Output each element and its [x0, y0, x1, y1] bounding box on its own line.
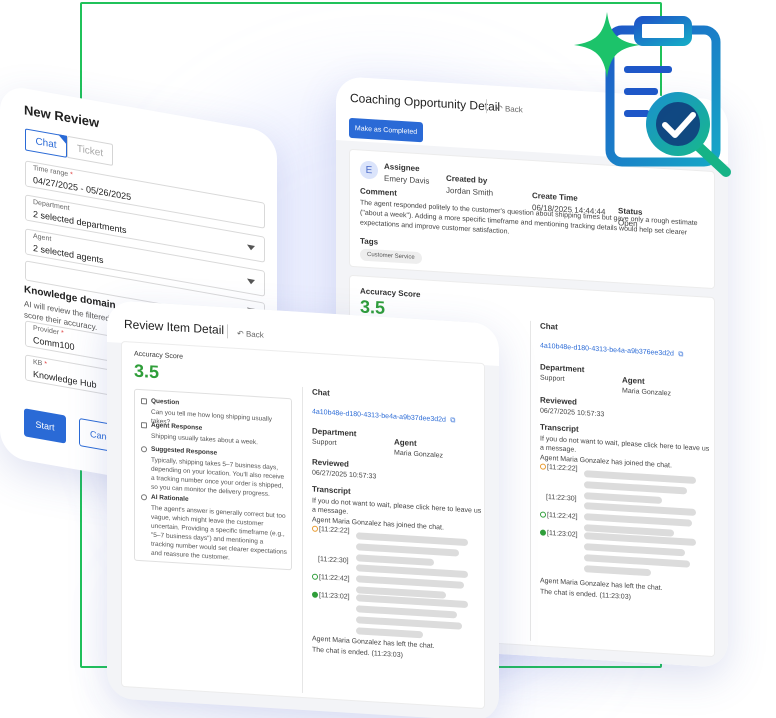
question-label: Question	[151, 397, 180, 407]
lightbulb-icon	[141, 446, 147, 453]
check-icon	[312, 573, 318, 581]
created-by-value: Jordan Smith	[446, 185, 494, 198]
create-time-label: Create Time	[532, 190, 578, 203]
accuracy-score: 3.5	[134, 360, 160, 383]
question-text: Can you tell me how long shipping usuall…	[151, 408, 273, 426]
column-divider	[302, 386, 303, 693]
chevron-down-icon	[247, 278, 255, 285]
time-row: [11:23:02]	[540, 529, 578, 539]
agent-value: Maria Gonzalez	[622, 387, 672, 398]
external-link-icon: ⧉	[450, 417, 456, 425]
page-title: Coaching Opportunity Detail	[350, 90, 501, 115]
sparkle-icon	[574, 12, 640, 78]
ai-rationale-text: The agent's answer is generally correct …	[151, 504, 287, 562]
agent-value: Maria Gonzalez	[394, 449, 444, 460]
sparkle-small-icon	[141, 494, 147, 501]
check-icon	[540, 511, 546, 519]
transcript-messages: [11:22:22] [11:22:30] [11:22:42] [11:23:…	[312, 525, 482, 645]
clock-icon	[540, 463, 546, 471]
back-arrow-icon: ↶	[496, 103, 503, 114]
chevron-down-icon	[247, 244, 255, 251]
tab-chat[interactable]: Chat	[25, 128, 67, 158]
assignee-value: Emery Davis	[384, 173, 430, 186]
qa-box: Question Can you tell me how long shippi…	[134, 388, 292, 571]
question-icon	[141, 398, 147, 405]
divider	[227, 324, 228, 339]
agent-label: Agent	[394, 437, 417, 448]
time-row: [11:22:22]	[540, 463, 578, 473]
clock-icon	[312, 525, 318, 533]
time-row: [11:23:02]	[312, 591, 350, 601]
time-row: [11:22:30]	[546, 493, 577, 503]
divider	[486, 99, 487, 114]
back-button[interactable]: ↶ Back	[496, 104, 523, 115]
message-placeholder	[584, 532, 696, 583]
chat-info: Chat 4a10b48e-d180-4313-be4a-a9b376ee3d2…	[540, 321, 710, 607]
created-by-label: Created by	[446, 173, 488, 186]
time-row: [11:22:42]	[540, 511, 578, 521]
department-value: Support	[540, 374, 565, 383]
transcript-messages: [11:22:22] [11:22:30] [11:22:42] [11:23:…	[540, 463, 710, 585]
tag-customer-service: Customer Service	[360, 248, 422, 265]
chat-info: Chat 4a10b48e-d180-4313-be4a-a9b37dee3d2…	[312, 388, 482, 666]
message-placeholder	[356, 594, 468, 645]
time-row: [11:22:30]	[318, 555, 349, 565]
time-row: [11:22:42]	[312, 573, 350, 583]
suggested-response-text: Typically, shipping takes 5–7 business d…	[151, 456, 285, 498]
back-arrow-icon: ↶	[237, 328, 244, 339]
review-item-detail-card: Review Item Detail ↶ Back Accuracy Score…	[107, 300, 499, 718]
time-row: [11:22:22]	[312, 525, 350, 535]
check-filled-icon	[312, 591, 318, 599]
start-button[interactable]: Start	[24, 408, 66, 444]
review-panel: Accuracy Score 3.5 Question Can you tell…	[121, 340, 485, 710]
department-value: Support	[312, 438, 337, 448]
back-button[interactable]: ↶ Back	[237, 329, 264, 340]
tags-label: Tags	[360, 236, 379, 247]
chat-bubble-icon	[141, 422, 147, 429]
page-title: New Review	[24, 102, 100, 131]
column-divider	[530, 320, 531, 641]
agent-label: Agent	[622, 375, 645, 386]
assignee-label: Assignee	[384, 161, 420, 174]
tab-ticket[interactable]: Ticket	[67, 135, 113, 166]
external-link-icon: ⧉	[678, 350, 684, 359]
ai-rationale-label: AI Rationale	[151, 493, 189, 503]
suggested-response-label: Suggested Response	[151, 445, 218, 457]
avatar: E	[360, 160, 378, 180]
comment-label: Comment	[360, 186, 397, 198]
accuracy-label: Accuracy Score	[134, 350, 184, 361]
check-filled-icon	[540, 529, 546, 537]
mark-completed-button[interactable]: Make as Completed	[349, 117, 423, 143]
